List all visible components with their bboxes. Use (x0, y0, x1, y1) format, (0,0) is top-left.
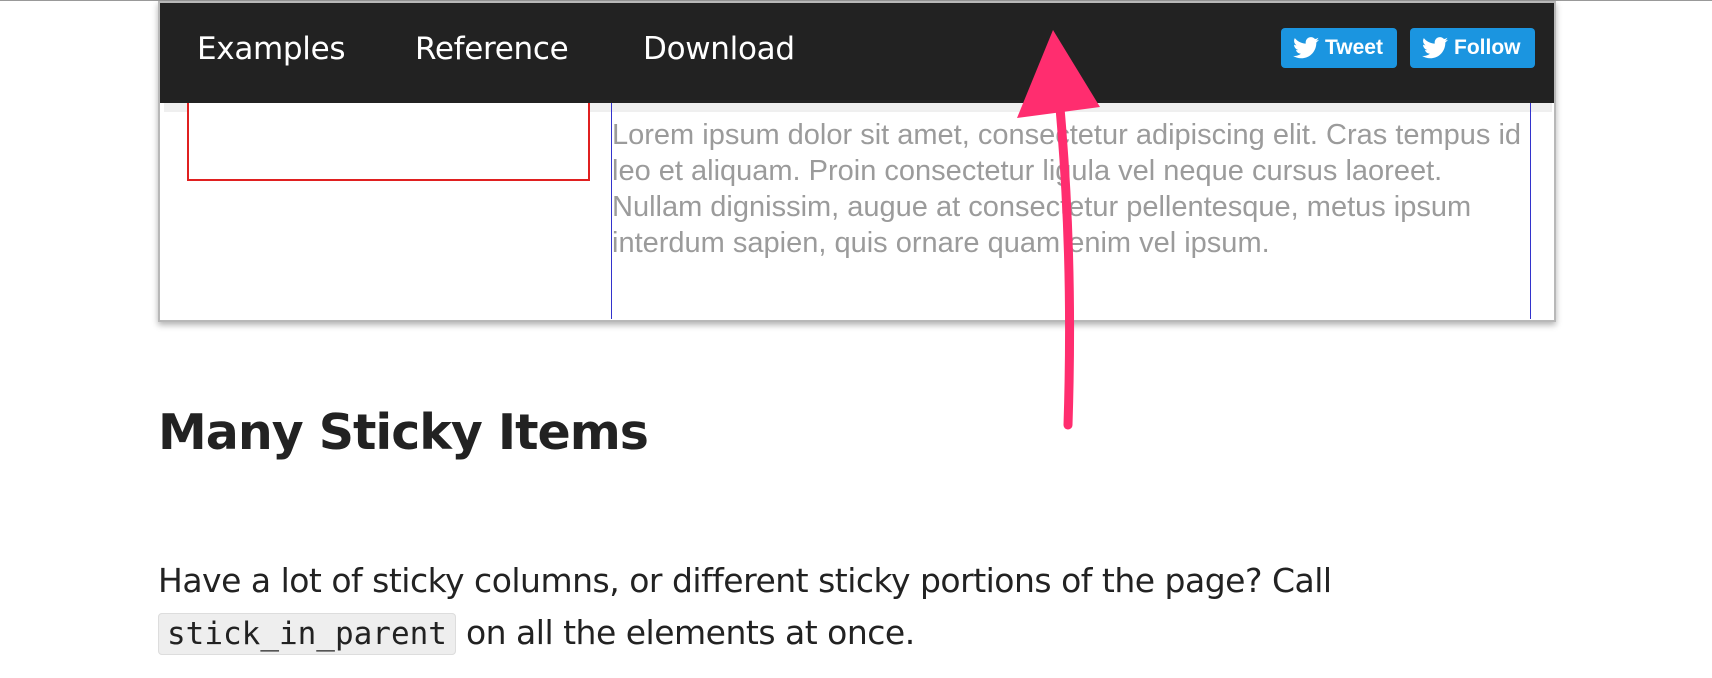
follow-label: Follow (1454, 36, 1521, 59)
paragraph-text-after: on all the elements at once. (455, 613, 915, 652)
twitter-bird-icon (1422, 37, 1448, 59)
paragraph-text-before: Have a lot of sticky columns, or differe… (158, 561, 1332, 600)
twitter-bird-icon (1293, 37, 1319, 59)
sticky-topbar: Examples Reference Download Tweet Follow (160, 3, 1554, 103)
sticky-sidebar-box (187, 101, 590, 181)
section-paragraph: Have a lot of sticky columns, or differe… (158, 555, 1558, 660)
demo-lorem-text: Lorem ipsum dolor sit amet, consectetur … (612, 119, 1522, 259)
section-title: Many Sticky Items (158, 404, 649, 461)
code-stick-in-parent: stick_in_parent (158, 613, 456, 655)
tweet-label: Tweet (1325, 36, 1383, 59)
demo-frame: Examples Reference Download Tweet Follow… (158, 1, 1556, 322)
nav-examples-link[interactable]: Examples (197, 31, 346, 67)
nav-reference-link[interactable]: Reference (415, 31, 569, 67)
tweet-button[interactable]: Tweet (1281, 28, 1397, 68)
follow-button[interactable]: Follow (1410, 28, 1535, 68)
nav-download-link[interactable]: Download (643, 31, 795, 67)
